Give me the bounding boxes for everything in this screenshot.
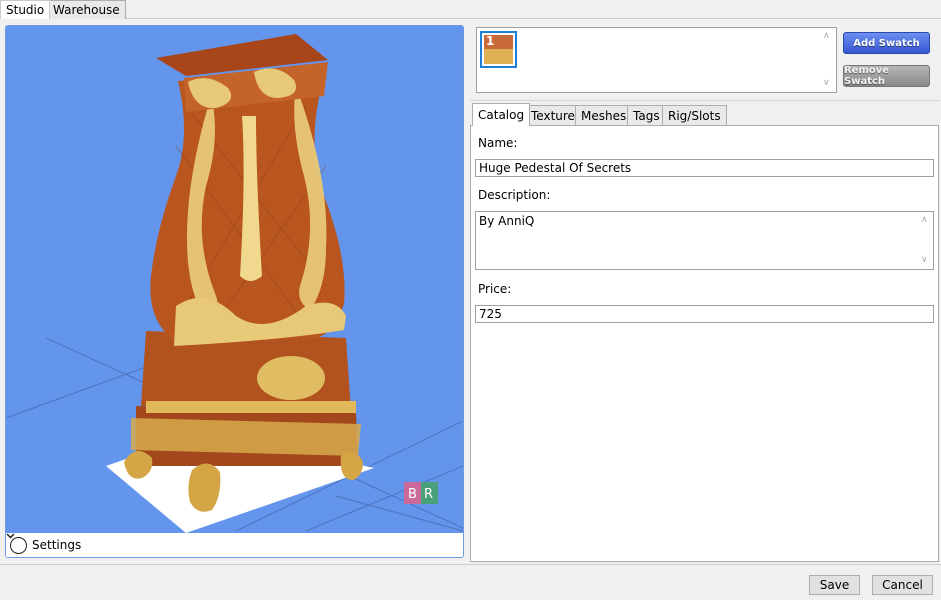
tab-rig-slots[interactable]: Rig/Slots xyxy=(662,105,727,126)
name-input[interactable]: Huge Pedestal Of Secrets xyxy=(475,159,934,177)
description-scrollbar[interactable]: ∧ ∨ xyxy=(917,212,933,269)
description-label: Description: xyxy=(478,188,551,202)
name-label: Name: xyxy=(478,136,518,150)
tab-meshes[interactable]: Meshes xyxy=(575,105,633,126)
tab-tags[interactable]: Tags xyxy=(627,105,666,126)
scroll-up-icon[interactable]: ∧ xyxy=(823,31,830,41)
tab-catalog[interactable]: Catalog xyxy=(472,103,531,126)
top-tab-strip: Studio Warehouse xyxy=(0,0,941,19)
scroll-down-icon[interactable]: ∨ xyxy=(823,78,830,88)
cancel-button[interactable]: Cancel xyxy=(872,575,933,595)
logo-letter-r: R xyxy=(424,487,433,502)
model-viewport[interactable]: B R Settings xyxy=(5,25,464,558)
logo-letter-b: B xyxy=(408,487,417,502)
swatch-color-bottom xyxy=(484,49,513,64)
chevron-down-icon[interactable] xyxy=(6,533,27,554)
scroll-down-icon[interactable]: ∨ xyxy=(921,255,928,265)
price-input[interactable]: 725 xyxy=(475,305,934,323)
tab-studio[interactable]: Studio xyxy=(0,0,51,19)
pedestal-render: B R xyxy=(6,34,463,533)
add-swatch-button[interactable]: Add Swatch xyxy=(843,32,930,54)
remove-swatch-button[interactable]: Remove Swatch xyxy=(843,65,930,87)
br-logo-icon: B R xyxy=(404,482,438,504)
save-button[interactable]: Save xyxy=(809,575,860,595)
footer-divider xyxy=(0,564,941,565)
settings-label: Settings xyxy=(32,538,82,552)
price-label: Price: xyxy=(478,282,512,296)
swatch-number: 1 xyxy=(486,34,495,48)
swatch-scrollbar[interactable]: ∧ ∨ xyxy=(819,28,836,92)
tab-texture[interactable]: Texture xyxy=(525,105,581,126)
tab-strip-divider xyxy=(0,18,941,19)
tab-warehouse[interactable]: Warehouse xyxy=(47,0,126,19)
swatch-list[interactable]: 1 ∧ ∨ xyxy=(476,27,837,93)
description-text: By AnniQ xyxy=(479,214,535,228)
settings-expander[interactable]: Settings xyxy=(6,533,463,557)
swatch-divider xyxy=(470,100,940,101)
swatch-item[interactable]: 1 xyxy=(480,31,517,68)
scroll-up-icon[interactable]: ∧ xyxy=(921,215,928,225)
description-textarea[interactable]: By AnniQ ∧ ∨ xyxy=(475,211,934,270)
